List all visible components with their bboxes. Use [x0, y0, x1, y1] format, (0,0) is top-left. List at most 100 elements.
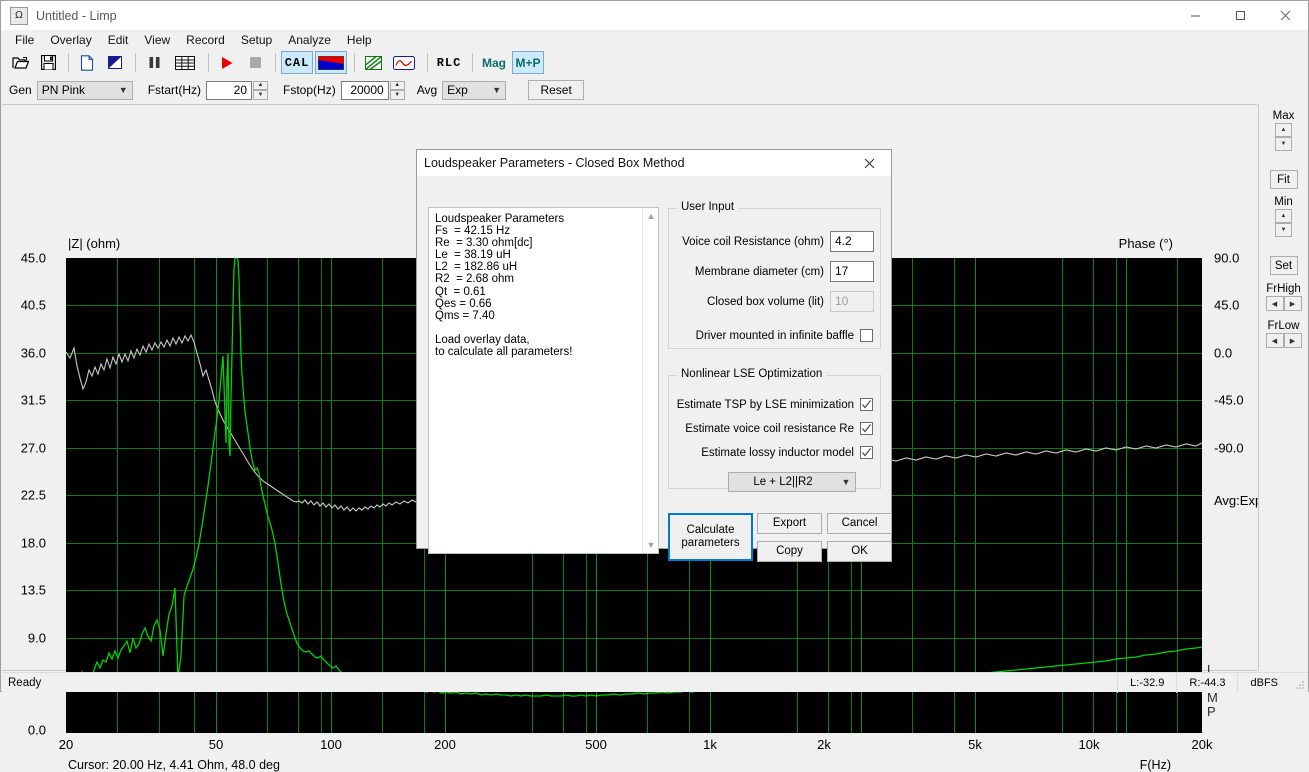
stepper-up-icon[interactable]: ▲ — [1275, 123, 1292, 137]
menu-edit[interactable]: Edit — [100, 32, 137, 48]
color-bar-icon[interactable] — [315, 51, 347, 74]
y-axis-right-label: Phase (°) — [1119, 236, 1173, 251]
listbox-scrollbar[interactable]: ▲ ▼ — [642, 208, 658, 553]
stepper-down-icon[interactable]: ▼ — [253, 90, 268, 100]
x-tick: 5k — [968, 737, 982, 752]
maximize-icon[interactable] — [1218, 1, 1263, 30]
y-tick-left: 40.5 — [21, 298, 46, 313]
mag-button[interactable]: Mag — [478, 51, 510, 74]
triangle-fill-icon[interactable] — [102, 51, 128, 74]
pause-icon[interactable] — [141, 51, 167, 74]
menu-bar: File Overlay Edit View Record Setup Anal… — [1, 30, 1308, 49]
cancel-button[interactable]: Cancel — [827, 513, 892, 534]
fstop-input[interactable]: 20000 — [341, 81, 389, 100]
inductor-model-select[interactable]: Le + L2||R2 ▼ — [728, 472, 856, 492]
close-icon[interactable] — [1263, 1, 1308, 30]
x-tick: 50 — [209, 737, 223, 752]
stepper-down-icon[interactable]: ▼ — [1275, 137, 1292, 151]
fit-button[interactable]: Fit — [1270, 170, 1298, 189]
estimate-tsp-row[interactable]: Estimate TSP by LSE minimization — [676, 398, 874, 411]
stepper-right-icon[interactable]: ▶ — [1284, 296, 1302, 311]
stepper-left-icon[interactable]: ◀ — [1266, 296, 1284, 311]
scroll-down-icon[interactable]: ▼ — [643, 537, 659, 553]
menu-record[interactable]: Record — [178, 32, 233, 48]
infinite-baffle-checkbox[interactable] — [860, 329, 873, 342]
fstart-input[interactable]: 20 — [206, 81, 252, 100]
new-page-icon[interactable] — [74, 51, 100, 74]
toolbar-separator — [135, 53, 136, 72]
loudspeaker-parameters-dialog[interactable]: Loudspeaker Parameters - Closed Box Meth… — [416, 149, 892, 549]
fstop-stepper[interactable]: ▲▼ — [390, 81, 405, 100]
stepper-down-icon[interactable]: ▼ — [390, 90, 405, 100]
membrane-diameter-input[interactable]: 17 — [830, 261, 874, 282]
resize-grip-icon[interactable] — [1290, 673, 1308, 693]
sine-wave-icon[interactable] — [388, 51, 420, 74]
estimate-lossy-inductor-checkbox[interactable] — [860, 446, 873, 459]
stepper-up-icon[interactable]: ▲ — [390, 81, 405, 91]
stepper-up-icon[interactable]: ▲ — [1275, 209, 1292, 223]
copy-button[interactable]: Copy — [757, 541, 822, 562]
infinite-baffle-row[interactable]: Driver mounted in infinite baffle — [676, 329, 874, 342]
stop-icon[interactable] — [242, 51, 268, 74]
frhigh-label: FrHigh — [1259, 283, 1308, 295]
min-stepper[interactable]: ▲▼ — [1275, 209, 1292, 237]
save-icon[interactable] — [35, 51, 61, 74]
estimate-re-row[interactable]: Estimate voice coil resistance Re — [676, 422, 874, 435]
estimate-lossy-inductor-row[interactable]: Estimate lossy inductor model — [676, 446, 874, 459]
cal-button[interactable]: CAL — [281, 51, 313, 74]
stepper-down-icon[interactable]: ▼ — [1275, 223, 1292, 237]
y-tick-left: 18.0 — [21, 536, 46, 551]
dialog-title-bar: Loudspeaker Parameters - Closed Box Meth… — [417, 150, 891, 177]
mag-label: Mag — [482, 56, 506, 70]
menu-analyze[interactable]: Analyze — [280, 32, 339, 48]
max-stepper[interactable]: ▲▼ — [1275, 123, 1292, 151]
voice-coil-resistance-label: Voice coil Resistance (ohm) — [676, 236, 824, 248]
stepper-right-icon[interactable]: ▶ — [1284, 333, 1302, 348]
status-message: Ready — [8, 677, 41, 689]
reset-button[interactable]: Reset — [528, 80, 584, 100]
frlow-stepper[interactable]: ◀▶ — [1266, 333, 1302, 348]
voice-coil-resistance-input[interactable]: 4.2 — [830, 231, 874, 252]
fstart-stepper[interactable]: ▲▼ — [253, 81, 268, 100]
menu-view[interactable]: View — [136, 32, 178, 48]
user-input-group-title: User Input — [677, 201, 738, 213]
omega-icon: Ω — [10, 7, 28, 25]
calculate-parameters-button[interactable]: Calculate parameters — [668, 513, 753, 561]
menu-help[interactable]: Help — [339, 32, 380, 48]
title-bar: Ω Untitled - Limp — [1, 1, 1308, 30]
table-icon[interactable] — [169, 51, 201, 74]
rlc-label: RLC — [437, 56, 462, 70]
y-tick-right: -45.0 — [1214, 393, 1244, 408]
estimate-tsp-checkbox[interactable] — [860, 398, 873, 411]
minimize-icon[interactable] — [1173, 1, 1218, 30]
magphase-button[interactable]: M+P — [512, 51, 544, 74]
open-icon[interactable] — [7, 51, 33, 74]
chevron-down-icon: ▼ — [837, 477, 855, 487]
y-tick-left: 31.5 — [21, 393, 46, 408]
stepper-up-icon[interactable]: ▲ — [253, 81, 268, 91]
frhigh-stepper[interactable]: ◀▶ — [1266, 296, 1302, 311]
parameters-results-text: Loudspeaker Parameters Fs = 42.15 Hz Re … — [429, 208, 658, 358]
x-tick: 20 — [59, 737, 73, 752]
rlc-button[interactable]: RLC — [433, 51, 465, 74]
ok-button[interactable]: OK — [827, 541, 892, 562]
set-button[interactable]: Set — [1270, 256, 1298, 275]
play-icon[interactable] — [214, 51, 240, 74]
toolbar: CAL RLC Mag — [1, 49, 1308, 76]
diagonal-lines-icon[interactable] — [360, 51, 386, 74]
stepper-left-icon[interactable]: ◀ — [1266, 333, 1284, 348]
export-button[interactable]: Export — [757, 513, 822, 534]
estimate-re-checkbox[interactable] — [860, 422, 873, 435]
close-icon[interactable] — [847, 150, 891, 176]
scroll-up-icon[interactable]: ▲ — [643, 208, 659, 224]
avg-select[interactable]: Exp ▼ — [442, 81, 506, 100]
generator-select[interactable]: PN Pink ▼ — [37, 81, 133, 100]
menu-setup[interactable]: Setup — [233, 32, 280, 48]
scale-control-panel: Max ▲▼ Fit Min ▲▼ Set FrHigh ◀▶ FrLow ◀▶ — [1258, 104, 1308, 671]
parameters-results-listbox[interactable]: Loudspeaker Parameters Fs = 42.15 Hz Re … — [428, 207, 659, 554]
x-tick: 100 — [320, 737, 342, 752]
estimate-tsp-label: Estimate TSP by LSE minimization — [676, 399, 854, 411]
cal-label: CAL — [285, 56, 310, 70]
menu-overlay[interactable]: Overlay — [42, 32, 99, 48]
menu-file[interactable]: File — [7, 32, 42, 48]
